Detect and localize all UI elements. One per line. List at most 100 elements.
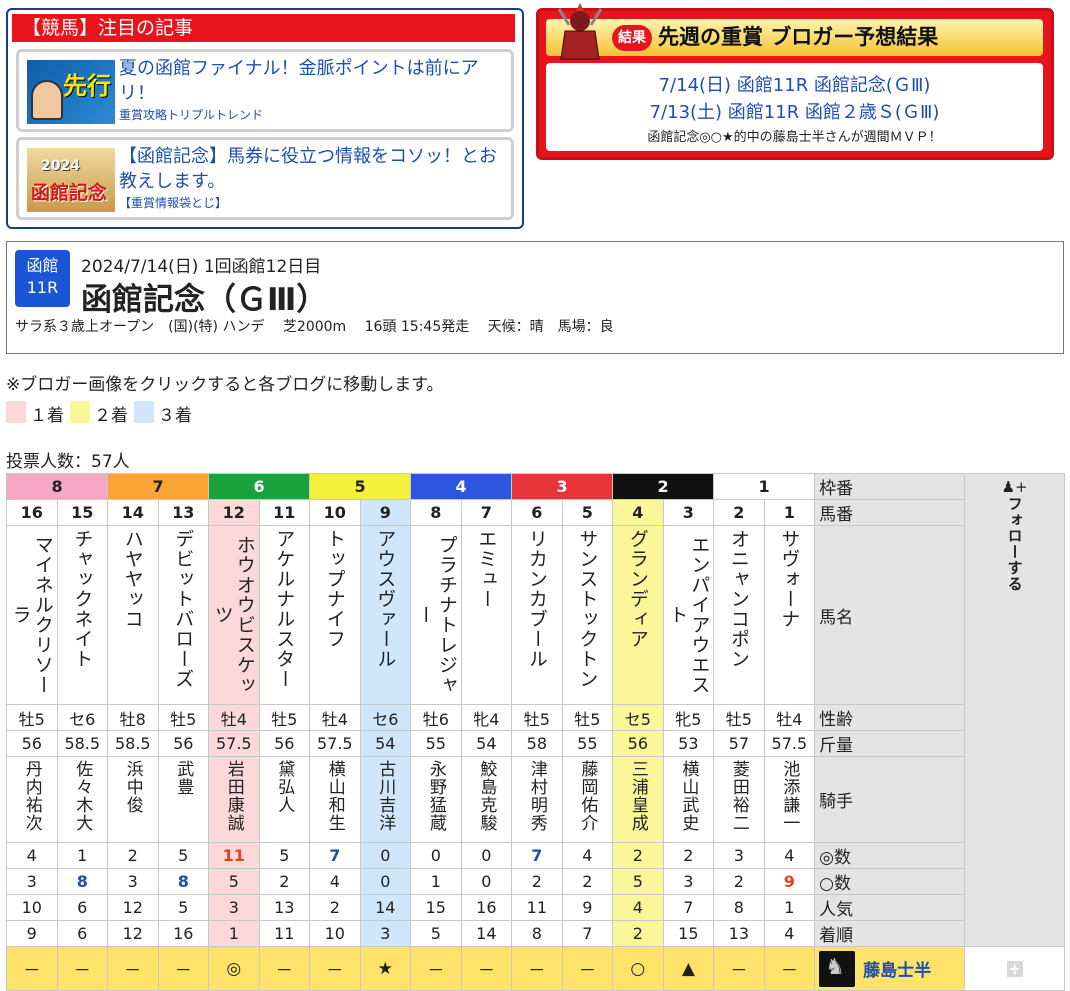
prediction-mark: － [158,947,209,991]
taikou-cell: 4 [310,869,361,895]
prediction-mark: － [108,947,159,991]
finish-cell: 1 [209,921,260,947]
jockey-name: 佐々木大 [72,760,92,832]
horse-name: グランディア [627,529,649,649]
jockey-row: 丹内祐次佐々木大浜中俊武豊岩田康誠黛弘人横山和生古川吉洋永野猛蔵鮫島克駿津村明秀… [7,757,1070,843]
expand-button[interactable]: + [965,947,1065,991]
weight-cell: 55 [411,731,462,757]
sex-age-cell: 牡4 [764,705,815,731]
jockey-cell: 横山武史 [663,757,714,843]
horse-name: エンパイアウエスト [666,529,710,700]
jockey-cell: 鮫島克駿 [461,757,512,843]
prediction-mark: ★ [360,947,411,991]
horse-name-cell: リカンカブール [512,526,563,705]
jockey-cell: 津村明秀 [512,757,563,843]
taikou-cell: 1 [411,869,462,895]
finish-cell: 16 [158,921,209,947]
popularity-cell: 16 [461,895,512,921]
horse-name-cell: チャックネイト [57,526,108,705]
label-fin: 着順 [815,921,965,947]
follow-button[interactable]: ♟+フォローする [965,474,1065,947]
finish-cell: 5 [411,921,462,947]
taikou-cell: 9 [764,869,815,895]
umaban-cell: 6 [512,500,563,526]
popularity-row: 10612531321415161194781人気 [7,895,1070,921]
prediction-mark: － [764,947,815,991]
blogger-avatar[interactable]: ♞ [819,951,855,987]
weight-cell: 57.5 [764,731,815,757]
honmei-cell: 1 [57,843,108,869]
sex-age-cell: 牡5 [259,705,310,731]
article-item-2[interactable]: 2024 函館記念 【函館記念】馬券に役立つ情報をコソッ！とお教えします。 【重… [16,137,514,220]
race-info-panel: 函館 11R 2024/7/14(日) 1回函館12日目 函館記念（ＧⅢ） サラ… [6,241,1064,354]
finish-cell: 2 [613,921,664,947]
popularity-cell: 1 [764,895,815,921]
umaban-cell: 8 [411,500,462,526]
blogger-cell[interactable]: ♞ 藤島士半 [815,947,965,991]
taikou-row: 3838524010225329○数 [7,869,1070,895]
article-title-1[interactable]: 夏の函館ファイナル！金脈ポイントは前にアリ！ [119,56,504,106]
article-title-2[interactable]: 【函館記念】馬券に役立つ情報をコソッ！とお教えします。 [119,144,504,194]
taikou-cell: 2 [512,869,563,895]
finish-cell: 6 [57,921,108,947]
horse-name-cell: トップナイフ [310,526,361,705]
sex-age-cell: 牡5 [7,705,58,731]
finish-cell: 15 [663,921,714,947]
article-item-1[interactable]: 先行 夏の函館ファイナル！金脈ポイントは前にアリ！ 重賞攻略トリプルトレンド [16,49,514,132]
prediction-mark: － [310,947,361,991]
result-line-1[interactable]: 7/14(日) 函館11R 函館記念(ＧⅢ) [546,71,1043,97]
honmei-cell: 4 [562,843,613,869]
jockey-cell: 浜中俊 [108,757,159,843]
weight-cell: 58.5 [108,731,159,757]
result-line-2[interactable]: 7/13(土) 函館11R 函館２歳Ｓ(ＧⅢ) [546,98,1043,124]
umaban-cell: 14 [108,500,159,526]
prediction-mark: ◎ [209,947,260,991]
article-thumbnail-1[interactable]: 先行 [27,60,115,124]
blogger-prediction-row[interactable]: －－－－◎－－★－－－－○▲－－♞藤島士半+ [7,947,1070,991]
label-jk: 騎手 [815,757,965,843]
jockey-cell: 三浦皇成 [613,757,664,843]
honmei-cell: 4 [7,843,58,869]
jockey-name: 岩田康誠 [224,760,244,832]
results-body[interactable]: 7/14(日) 函館11R 函館記念(ＧⅢ) 7/13(土) 函館11R 函館２… [546,63,1043,151]
sex-age-cell: 牡6 [411,705,462,731]
sex-age-cell: 牡5 [512,705,563,731]
article-thumbnail-2[interactable]: 2024 函館記念 [27,148,115,212]
finish-cell: 7 [562,921,613,947]
horse-name: ホウオウビスケッツ [212,529,256,700]
article-source-1[interactable]: 重賞攻略トリプルトレンド [119,106,263,123]
article-thumb-label-1: 先行 [63,66,111,101]
prediction-mark: － [259,947,310,991]
umaban-cell: 3 [663,500,714,526]
umaban-cell: 15 [57,500,108,526]
jockey-name: 黛弘人 [274,760,294,814]
results-header[interactable]: 結果 先週の重賞 ブロガー予想結果 [546,19,1043,56]
finish-cell: 13 [714,921,765,947]
jockey-name: 浜中俊 [123,760,143,814]
waku-cell: 4 [411,474,512,500]
label-sa: 性齢 [815,705,965,731]
sex-age-cell: 牝4 [461,705,512,731]
label-num: 馬番 [815,500,965,526]
article-source-2[interactable]: 【重賞情報袋とじ】 [119,194,227,211]
horse-name-cell: マイネルクリソーラ [7,526,58,705]
article-thumb-label-2: 函館記念 [31,178,107,205]
honmei-cell: 2 [663,843,714,869]
jockey-name: 武豊 [173,760,193,796]
popularity-cell: 6 [57,895,108,921]
weight-cell: 56 [259,731,310,757]
sex-age-cell: セ6 [360,705,411,731]
results-title: 先週の重賞 ブロガー予想結果 [658,19,938,56]
finish-cell: 8 [512,921,563,947]
vote-count: 投票人数：57人 [6,447,130,472]
weight-cell: 54 [461,731,512,757]
legend-first-swatch [6,401,26,423]
horse-name-cell: ホウオウビスケッツ [209,526,260,705]
horse-name: サンストックトン [576,529,598,689]
taikou-cell: 3 [108,869,159,895]
legend-second-swatch [70,401,90,423]
blogger-results-panel[interactable]: 結果 先週の重賞 ブロガー予想結果 7/14(日) 函館11R 函館記念(ＧⅢ)… [536,8,1054,160]
blogger-name[interactable]: 藤島士半 [863,961,931,981]
taikou-cell: 2 [259,869,310,895]
sex-age-cell: セ5 [613,705,664,731]
